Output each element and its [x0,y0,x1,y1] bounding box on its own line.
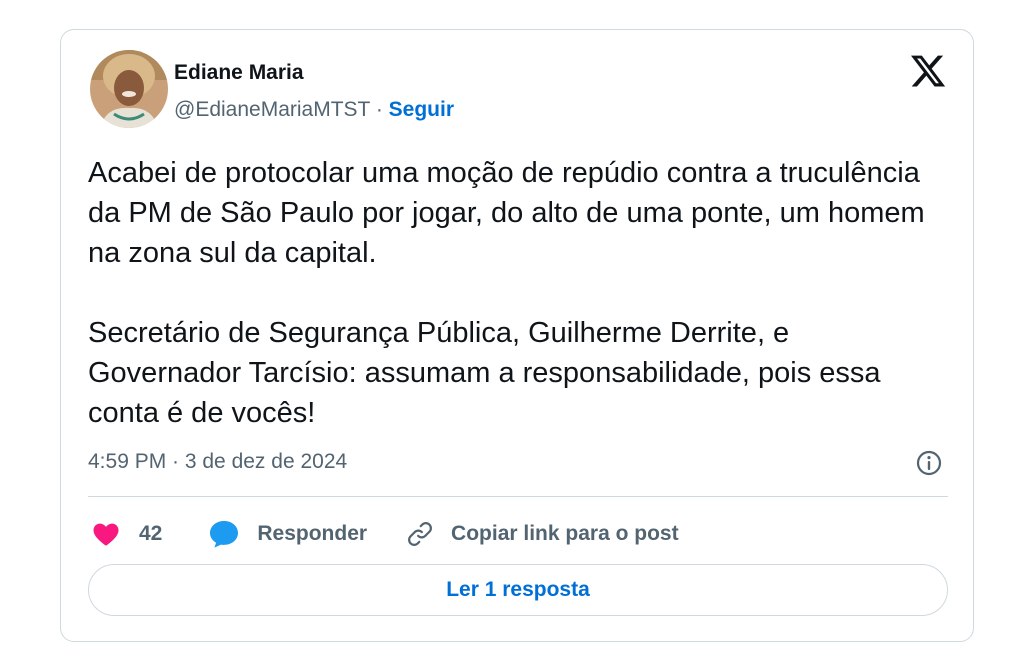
copy-link-button[interactable]: Copiar link para o post [405,519,679,549]
reply-bubble-icon [208,519,240,549]
author-handle-row: @EdianeMariaMTST · Seguir [174,98,454,122]
info-icon[interactable] [915,449,943,477]
separator-dot: · [370,98,389,121]
copy-link-label: Copiar link para o post [451,522,679,545]
tweet-card: Ediane Maria @EdianeMariaMTST · Seguir A… [60,29,974,642]
tweet-text: Acabei de protocolar uma moção de repúdi… [88,153,948,433]
x-logo-icon[interactable] [909,52,947,90]
tweet-timestamp[interactable]: 4:59 PM · 3 de dez de 2024 [88,450,347,474]
author-handle[interactable]: @EdianeMariaMTST [174,98,370,121]
heart-icon [91,519,121,549]
follow-button[interactable]: Seguir [389,98,454,121]
reply-button[interactable]: Responder [208,519,367,549]
divider [88,496,948,497]
tweet-paragraph: Acabei de protocolar uma moção de repúdi… [88,157,925,269]
read-replies-button[interactable]: Ler 1 resposta [88,564,948,616]
action-bar: 42 Responder Copiar link para o post [91,517,679,551]
tweet-paragraph: Secretário de Segurança Pública, Guilher… [88,317,881,429]
avatar[interactable] [90,50,168,128]
reply-label: Responder [257,522,368,545]
like-button[interactable]: 42 [91,519,162,549]
like-count: 42 [139,522,163,545]
author-name[interactable]: Ediane Maria [174,61,304,85]
link-icon [405,519,435,549]
